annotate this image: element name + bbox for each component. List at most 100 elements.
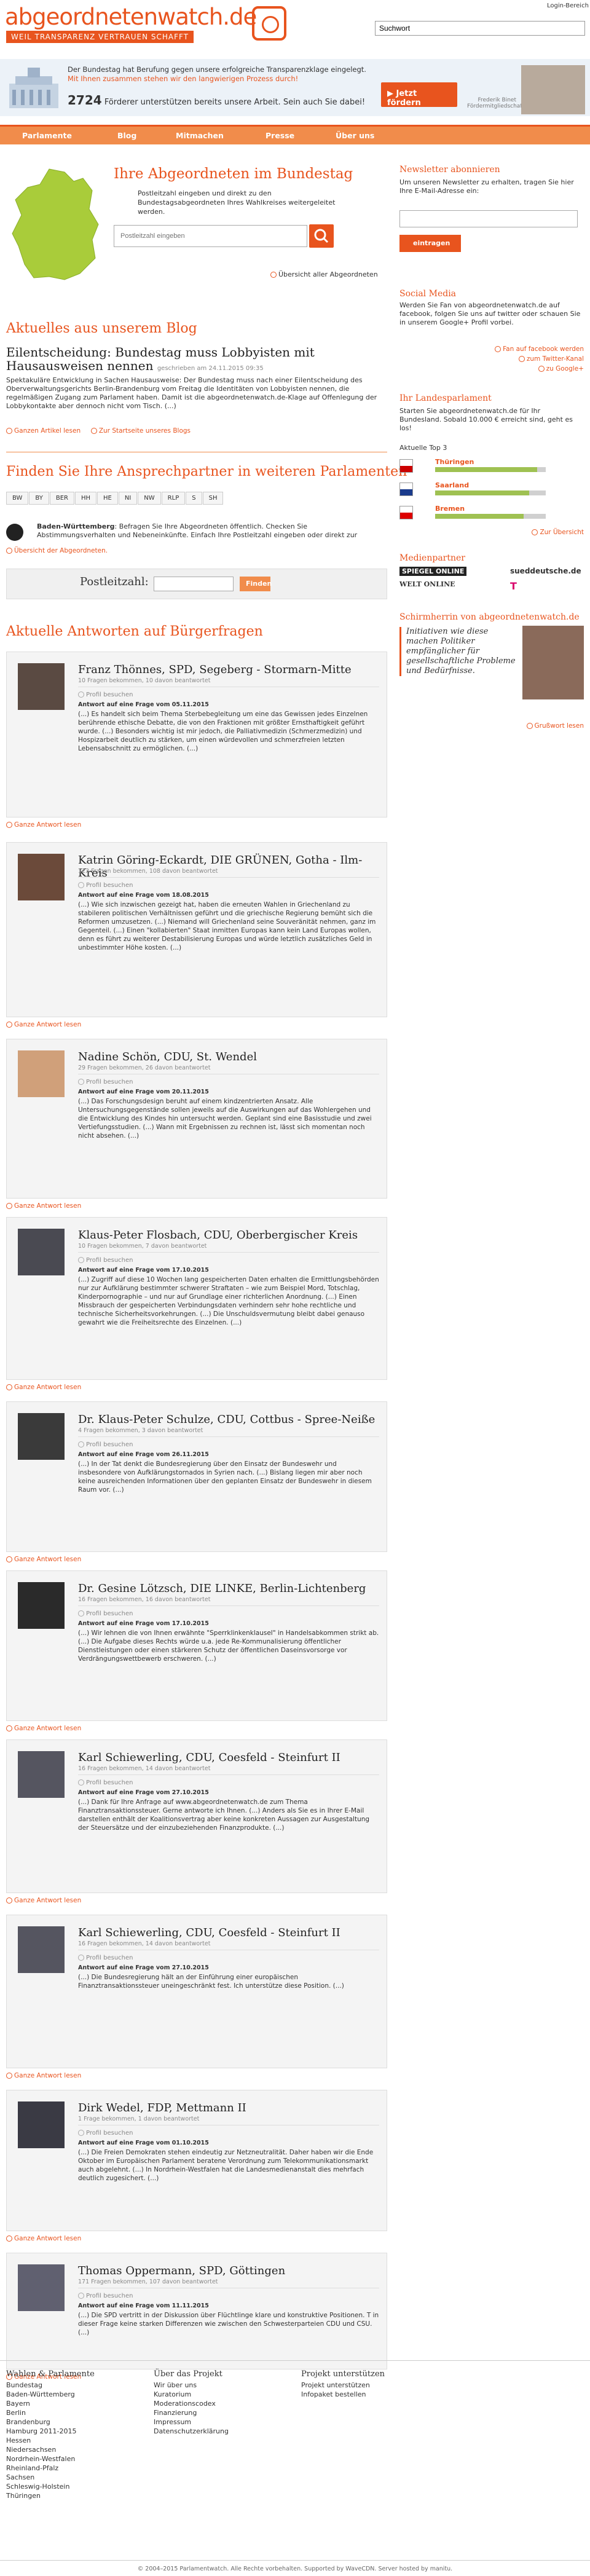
ranking-row[interactable]: Saarland [399,481,584,498]
politician-name[interactable]: Thomas Oppermann, SPD, Göttingen [78,2264,379,2277]
tab-ni[interactable]: NI [118,492,138,505]
state-overview-link[interactable]: Übersicht der Abgeordneten. [6,547,108,554]
nav-mitmachen[interactable]: Mitmachen [176,131,224,140]
footer-support-link[interactable]: Infopaket bestellen [301,2390,385,2399]
profile-link[interactable]: Profil besuchen [78,1441,133,1448]
politician-name[interactable]: Karl Schiewerling, CDU, Coesfeld - Stein… [78,1926,379,1939]
read-answer-link[interactable]: Ganze Antwort lesen [6,1384,81,1391]
footer-project-link[interactable]: Wir über uns [154,2381,229,2390]
facebook-link[interactable]: Fan auf facebook werden [399,344,584,354]
profile-link[interactable]: Profil besuchen [78,1955,133,1961]
read-answer-link[interactable]: Ganze Antwort lesen [6,1725,81,1732]
politician-photo[interactable] [18,854,65,900]
site-logo[interactable]: abgeordnetenwatch.de WEIL TRANSPARENZ VE… [5,5,288,48]
tab-by[interactable]: BY [29,492,49,505]
profile-link[interactable]: Profil besuchen [78,2130,133,2137]
tab-ber[interactable]: BER [49,492,74,505]
ranking-overview-link[interactable]: Zur Übersicht [399,529,584,536]
footer-parliament-link[interactable]: Rheinland-Pfalz [6,2464,95,2473]
blog-headline[interactable]: Eilentscheidung: Bundestag muss Lobbyist… [6,345,338,376]
twitter-link[interactable]: zum Twitter-Kanal [399,354,584,364]
overview-link[interactable]: Übersicht aller Abgeordneten [270,270,378,278]
welt-logo[interactable]: WELT ONLINE [399,580,455,588]
tab-sh[interactable]: SH [202,492,224,505]
politician-photo[interactable] [18,2264,65,2311]
zip-input[interactable] [114,225,307,247]
footer-parliament-link[interactable]: Thüringen [6,2491,95,2500]
footer-project-link[interactable]: Datenschutzerklärung [154,2427,229,2436]
login-link[interactable]: Login-Bereich [547,2,589,9]
footer-parliament-link[interactable]: Nordrhein-Westfalen [6,2454,95,2464]
footer-parliament-link[interactable]: Hamburg 2011-2015 [6,2427,95,2436]
blog-home-link[interactable]: Zur Startseite unseres Blogs [90,427,191,435]
read-answer-link[interactable]: Ganze Antwort lesen [6,1021,81,1028]
footer-project-link[interactable]: Kuratorium [154,2390,229,2399]
zip-search-button[interactable] [309,224,334,248]
read-article-link[interactable]: Ganzen Artikel lesen [6,427,81,435]
politician-photo[interactable] [18,1582,65,1629]
footer-parliament-link[interactable]: Bundestag [6,2381,95,2390]
read-answer-link[interactable]: Ganze Antwort lesen [6,1897,81,1904]
politician-name[interactable]: Franz Thönnes, SPD, Segeberg - Stormarn-… [78,663,379,676]
read-answer-link[interactable]: Ganze Antwort lesen [6,1202,81,1210]
politician-name[interactable]: Karl Schiewerling, CDU, Coesfeld - Stein… [78,1751,379,1764]
tab-nw[interactable]: NW [138,492,161,505]
politician-photo[interactable] [18,1926,65,1973]
politician-photo[interactable] [18,2101,65,2148]
spiegel-logo[interactable]: SPIEGEL ONLINE [399,567,467,576]
profile-link[interactable]: Profil besuchen [78,1610,133,1617]
profile-link[interactable]: Profil besuchen [78,691,133,698]
footer-parliament-link[interactable]: Baden-Württemberg [6,2390,95,2399]
politician-photo[interactable] [18,1413,65,1460]
footer-parliament-link[interactable]: Bayern [6,2399,95,2408]
ranking-row[interactable]: Bremen [399,505,584,522]
profile-link[interactable]: Profil besuchen [78,2293,133,2299]
politician-name[interactable]: Klaus-Peter Flosbach, CDU, Oberbergische… [78,1229,379,1242]
zip-input-2[interactable] [154,577,234,591]
politician-name[interactable]: Dr. Klaus-Peter Schulze, CDU, Cottbus - … [78,1413,379,1426]
tab-hh[interactable]: HH [74,492,97,505]
patron-link[interactable]: Grußwort lesen [399,722,584,730]
tab-s[interactable]: S [186,492,202,505]
politician-photo[interactable] [18,1050,65,1097]
footer-support-link[interactable]: Projekt unterstützen [301,2381,385,2390]
donate-button[interactable]: ▶ Jetzt fördern [381,82,457,108]
profile-link[interactable]: Profil besuchen [78,882,133,889]
footer-parliament-link[interactable]: Berlin [6,2408,95,2417]
footer-project-link[interactable]: Moderationscodex [154,2399,229,2408]
profile-link[interactable]: Profil besuchen [78,1257,133,1264]
footer-parliament-link[interactable]: Sachsen [6,2473,95,2482]
politician-photo[interactable] [18,663,65,710]
telekom-logo[interactable]: T [510,580,517,592]
sueddeutsche-logo[interactable]: sueddeutsche.de [510,567,581,575]
footer-parliament-link[interactable]: Hessen [6,2436,95,2445]
politician-name[interactable]: Nadine Schön, CDU, St. Wendel [78,1050,379,1063]
googleplus-link[interactable]: zu Google+ [399,364,584,374]
read-answer-link[interactable]: Ganze Antwort lesen [6,2072,81,2079]
tab-he[interactable]: HE [97,492,118,505]
ranking-row[interactable]: Thüringen [399,458,584,475]
footer-parliament-link[interactable]: Brandenburg [6,2417,95,2427]
politician-name[interactable]: Dirk Wedel, FDP, Mettmann II [78,2101,379,2114]
footer-project-link[interactable]: Finanzierung [154,2408,229,2417]
read-answer-link[interactable]: Ganze Antwort lesen [6,821,81,829]
politician-name[interactable]: Dr. Gesine Lötzsch, DIE LINKE, Berlin-Li… [78,1582,379,1595]
tab-bw[interactable]: BW [6,492,29,505]
politician-name[interactable]: Katrin Göring-Eckardt, DIE GRÜNEN, Gotha… [78,854,379,880]
tab-rlp[interactable]: RLP [161,492,186,505]
footer-parliament-link[interactable]: Niedersachsen [6,2445,95,2454]
newsletter-subscribe-button[interactable]: eintragen [399,235,461,252]
nav-blog[interactable]: Blog [117,131,136,140]
find-button[interactable]: Finden [240,577,272,591]
profile-link[interactable]: Profil besuchen [78,1779,133,1786]
politician-photo[interactable] [18,1229,65,1275]
footer-parliament-link[interactable]: Schleswig-Holstein [6,2482,95,2491]
read-answer-link[interactable]: Ganze Antwort lesen [6,1556,81,1563]
read-answer-link[interactable]: Ganze Antwort lesen [6,2235,81,2242]
nav-ueber-uns[interactable]: Über uns [336,131,374,140]
germany-map-icon[interactable] [6,166,104,283]
nav-presse[interactable]: Presse [266,131,294,140]
newsletter-email-input[interactable] [399,210,578,227]
search-input[interactable] [375,21,585,36]
footer-project-link[interactable]: Impressum [154,2417,229,2427]
